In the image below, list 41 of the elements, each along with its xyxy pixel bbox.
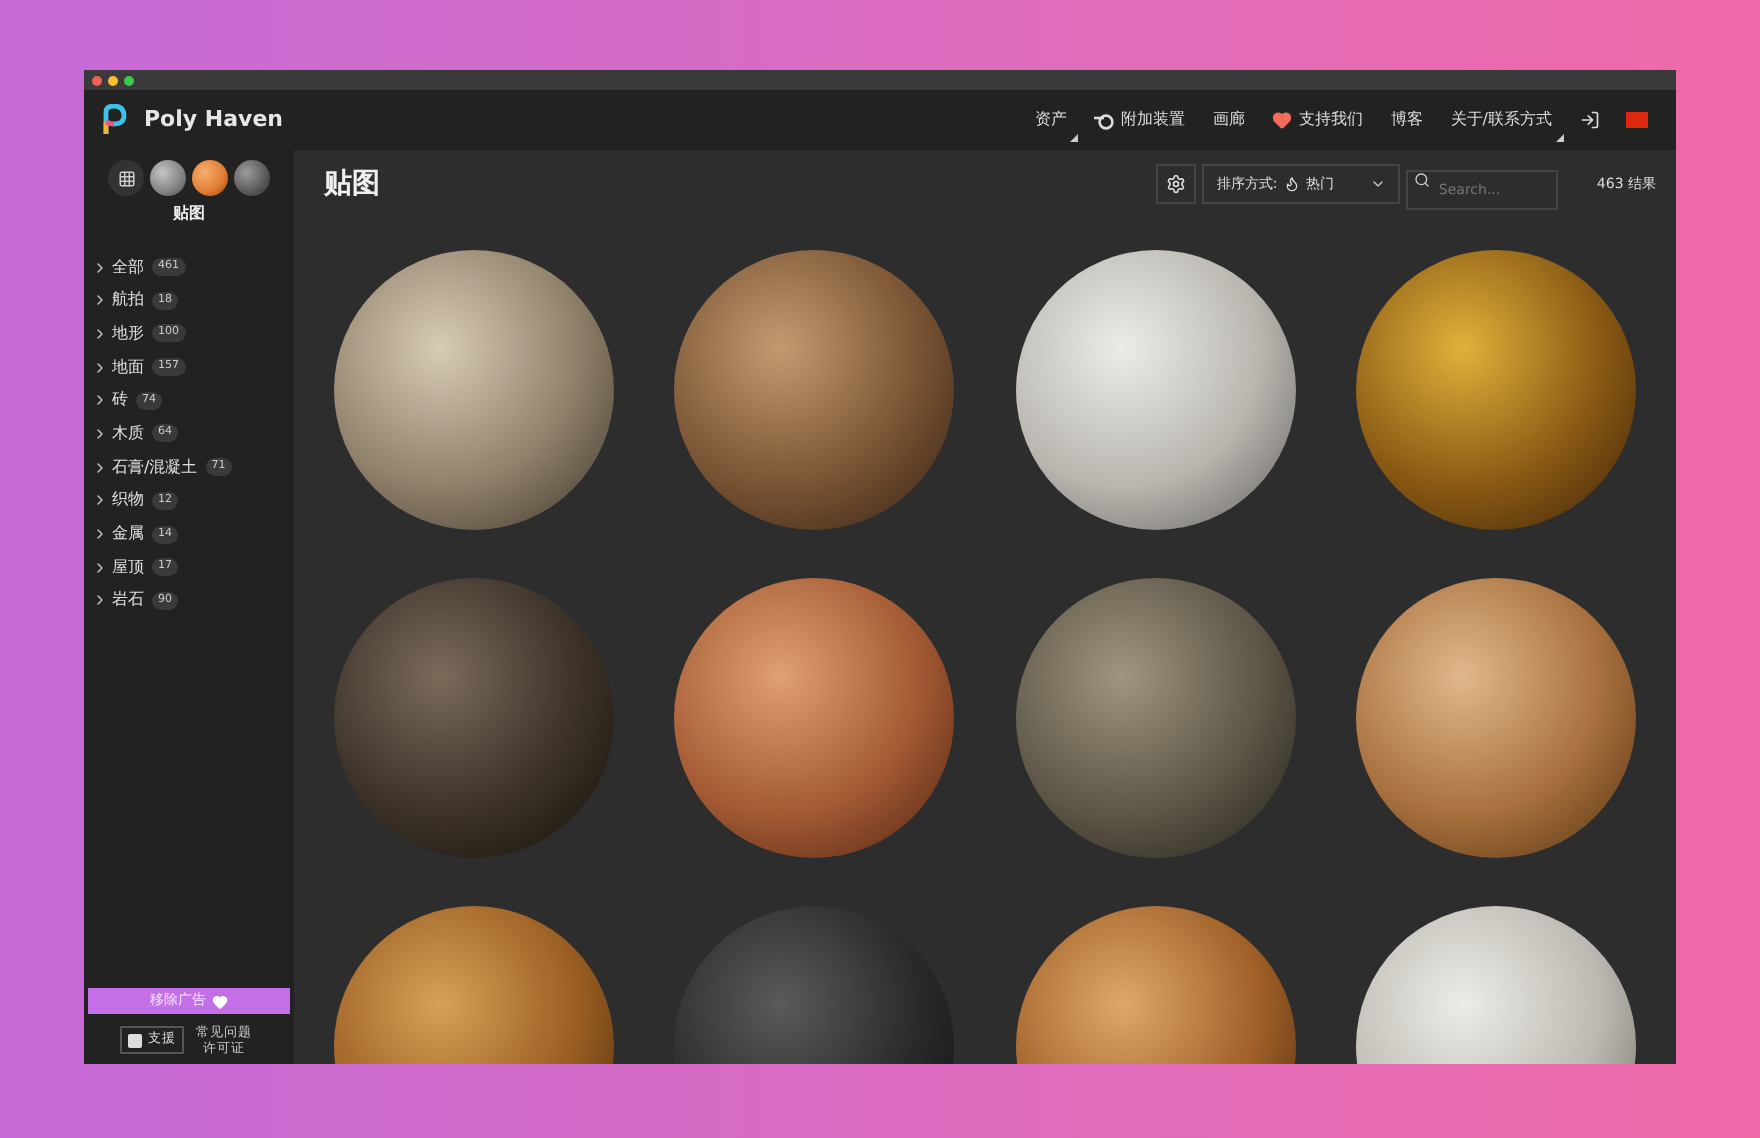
asset-type-label: 贴图 — [173, 202, 205, 226]
grid-icon — [117, 169, 135, 187]
chevron-right-icon — [92, 259, 108, 275]
chevron-down-icon — [1370, 176, 1387, 192]
settings-button[interactable] — [1156, 164, 1197, 204]
nav-link[interactable]: 画廊 — [1198, 90, 1259, 150]
search-icon — [1414, 171, 1431, 187]
category-label: 航拍 — [112, 288, 144, 313]
category-label: 织物 — [112, 488, 144, 513]
category-label: 砖 — [112, 388, 128, 413]
brand-name[interactable]: Poly Haven — [144, 103, 283, 137]
category-label: 地面 — [112, 355, 144, 380]
heart-icon — [212, 993, 228, 1009]
nav-link[interactable]: 资产 — [1020, 90, 1081, 150]
nav-link[interactable]: 支持我们 — [1258, 90, 1377, 150]
category-label: 石膏/混凝土 — [112, 455, 198, 480]
login-icon — [1580, 110, 1600, 130]
nav-link[interactable]: 附加装置 — [1080, 90, 1199, 150]
dropdown-corner-icon — [1556, 134, 1564, 142]
logo-icon — [100, 104, 128, 136]
hdri-sphere-button[interactable] — [150, 160, 186, 196]
page-title: 贴图 — [324, 165, 380, 203]
category-label: 屋顶 — [112, 555, 144, 580]
support-icon — [128, 1033, 142, 1047]
minimize-window-button[interactable] — [108, 75, 118, 85]
close-window-button[interactable] — [92, 75, 102, 85]
category-label: 地形 — [112, 321, 144, 346]
nav-link[interactable]: 博客 — [1376, 90, 1437, 150]
flame-icon — [1283, 176, 1300, 192]
settings-icon — [1166, 174, 1187, 194]
all-assets-button[interactable] — [108, 160, 144, 196]
maximize-window-button[interactable] — [124, 75, 134, 85]
dropdown-corner-icon — [1070, 134, 1079, 142]
nav-link[interactable]: 关于/联系方式 — [1436, 90, 1566, 150]
category-label: 全部 — [112, 255, 144, 279]
category-label: 岩石 — [112, 588, 144, 613]
chevron-right-icon — [92, 526, 108, 542]
heart-icon — [1272, 110, 1293, 130]
texture-sphere-button[interactable] — [192, 160, 228, 196]
category-label: 木质 — [112, 421, 144, 446]
category-label: 金属 — [112, 522, 144, 546]
